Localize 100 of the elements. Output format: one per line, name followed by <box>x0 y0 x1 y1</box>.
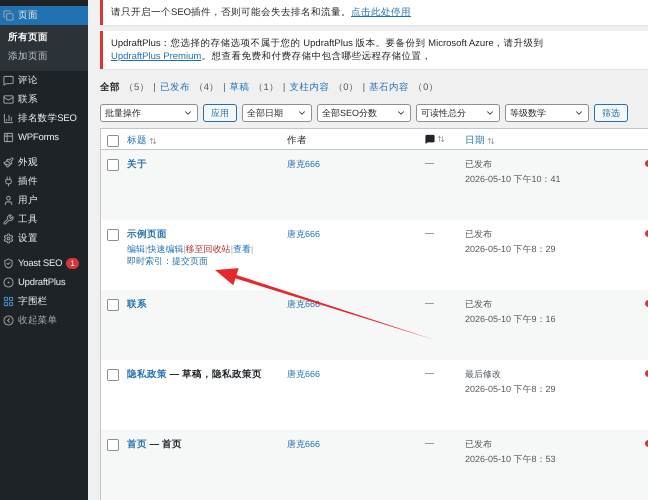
menu-icon <box>3 157 14 168</box>
filter-dropdown[interactable]: 可读性总分 <box>416 104 500 122</box>
status-filter-link[interactable]: 全部 <box>100 81 120 94</box>
menu-icon <box>3 132 14 143</box>
author-link[interactable]: 唐克666 <box>287 228 421 241</box>
page-state-text: — 草稿，隐私政策页 <box>168 369 262 380</box>
menu-icon <box>3 258 14 269</box>
submenu-item[interactable]: 添加页面 <box>0 47 88 66</box>
notice-text: 请只开启一个SEO插件，否则可能会失去排名和流量。点击此处停用 <box>100 0 648 25</box>
menu-icon <box>3 94 14 105</box>
checkbox[interactable] <box>107 299 119 311</box>
separator-text: | <box>362 82 366 93</box>
status-filter-link[interactable]: 基石内容 <box>369 81 410 94</box>
filter-dropdown[interactable]: 批量操作 <box>100 104 198 122</box>
sidebar-item[interactable]: 排名数学SEO <box>0 109 88 128</box>
page-state-text: — 首页 <box>148 439 182 450</box>
status-text: 已发布 <box>465 298 493 311</box>
date-text: 2026-05-10 下午9：16 <box>465 313 557 326</box>
page-title-link[interactable]: 首页 <box>127 439 147 450</box>
sidebar-item[interactable]: WPForms <box>0 128 88 147</box>
separator-text: | <box>251 244 254 254</box>
page-title-link[interactable]: 隐私政策 <box>127 369 167 380</box>
sidebar-item[interactable]: 联系 <box>0 90 88 109</box>
author-link[interactable]: 唐克666 <box>287 368 421 381</box>
date-text: 2026-05-10 下午8：29 <box>465 243 557 256</box>
checkbox[interactable] <box>107 369 119 381</box>
checkbox[interactable] <box>107 439 119 451</box>
separator-text: | <box>223 82 226 93</box>
count-text: （4） <box>194 81 220 94</box>
filter-dropdown[interactable]: 全部SEO分数 <box>317 104 411 122</box>
sort-icon[interactable] <box>149 136 157 144</box>
column-header: 作者 <box>287 134 307 147</box>
separator-text: | <box>282 82 286 93</box>
menu-icon <box>3 214 14 225</box>
separator-text: | <box>183 244 186 254</box>
row-action-link[interactable]: 查看 <box>233 244 252 254</box>
sidebar-item[interactable]: 页面 <box>0 6 88 25</box>
count-text: （0） <box>413 81 438 94</box>
separator-text: | <box>153 82 156 93</box>
sidebar-item[interactable]: 收起菜单 <box>0 311 88 330</box>
separator-text: | <box>145 244 148 254</box>
row-action-link[interactable]: 即时索引：提交页面 <box>127 256 208 266</box>
sidebar-item[interactable]: 插件 <box>0 172 88 191</box>
date-text: 2026-05-10 下午8：53 <box>465 453 557 466</box>
notification-badge: 1 <box>66 258 79 269</box>
menu-icon <box>3 315 14 326</box>
sidebar-item[interactable]: 设置 <box>0 229 88 248</box>
sidebar-item[interactable]: Yoast SEO 1 <box>0 254 88 273</box>
count-text: （1） <box>254 81 279 94</box>
checkbox[interactable] <box>107 159 119 171</box>
menu-icon <box>3 296 14 307</box>
notice-link[interactable]: 点击此处停用 <box>351 7 412 18</box>
status-text: 最后修改 <box>465 368 502 381</box>
page-title-link[interactable]: 关于 <box>127 159 147 170</box>
count-text: （0） <box>333 81 359 94</box>
filter-dropdown[interactable]: 等级数学 <box>505 104 589 122</box>
status-filter-link[interactable]: 草稿 <box>230 81 250 94</box>
comment-count: — <box>425 438 435 448</box>
sidebar-item[interactable]: 外观 <box>0 153 88 172</box>
row-action-link[interactable]: 编辑 <box>127 244 145 254</box>
checkbox[interactable] <box>107 135 119 147</box>
column-header[interactable]: 标题 <box>127 134 147 147</box>
sort-icon[interactable] <box>437 135 445 143</box>
comment-count: — <box>425 228 435 238</box>
comment-count: — <box>425 368 435 378</box>
status-filter-link[interactable]: 支柱内容 <box>289 81 330 94</box>
menu-icon <box>3 113 14 124</box>
date-text: 2026-05-10 下午10：41 <box>465 173 562 186</box>
action-button[interactable]: 应用 <box>203 104 237 122</box>
sidebar-item[interactable]: 评论 <box>0 71 88 90</box>
notice-link[interactable]: UpdraftPlus Premium <box>111 51 202 62</box>
column-header[interactable]: 日期 <box>465 134 485 147</box>
comment-count: — <box>425 158 435 168</box>
comment-count: — <box>425 298 435 308</box>
row-action-link[interactable]: 快速编辑 <box>147 244 184 254</box>
page-title-link[interactable]: 示例页面 <box>127 229 167 240</box>
date-text: 2026-05-10 下午8：29 <box>465 383 557 396</box>
author-link[interactable]: 唐克666 <box>287 158 421 171</box>
menu-icon <box>3 10 14 21</box>
action-button[interactable]: 筛选 <box>594 104 628 122</box>
status-filter-link[interactable]: 已发布 <box>160 81 190 94</box>
row-action-link[interactable]: 移至回收站 <box>186 244 231 254</box>
checkbox[interactable] <box>107 229 119 241</box>
sidebar-item[interactable]: 字围栏 <box>0 292 88 311</box>
comment-icon <box>425 134 435 144</box>
menu-icon <box>3 176 14 187</box>
sidebar-item[interactable]: UpdraftPlus <box>0 273 88 292</box>
page-title-link[interactable]: 联系 <box>127 299 147 310</box>
submenu-item[interactable]: 所有页面 <box>0 28 88 47</box>
sidebar-item[interactable]: 工具 <box>0 210 88 229</box>
sort-icon[interactable] <box>487 136 495 144</box>
menu-icon <box>3 195 14 206</box>
status-text: 已发布 <box>465 158 493 171</box>
sidebar-item[interactable]: 用户 <box>0 191 88 210</box>
status-text: 已发布 <box>465 228 493 241</box>
menu-icon <box>3 75 14 86</box>
status-text: 已发布 <box>465 438 493 451</box>
filter-dropdown[interactable]: 全部日期 <box>242 104 312 122</box>
count-text: （5） <box>124 81 150 94</box>
author-link[interactable]: 唐克666 <box>287 438 421 451</box>
